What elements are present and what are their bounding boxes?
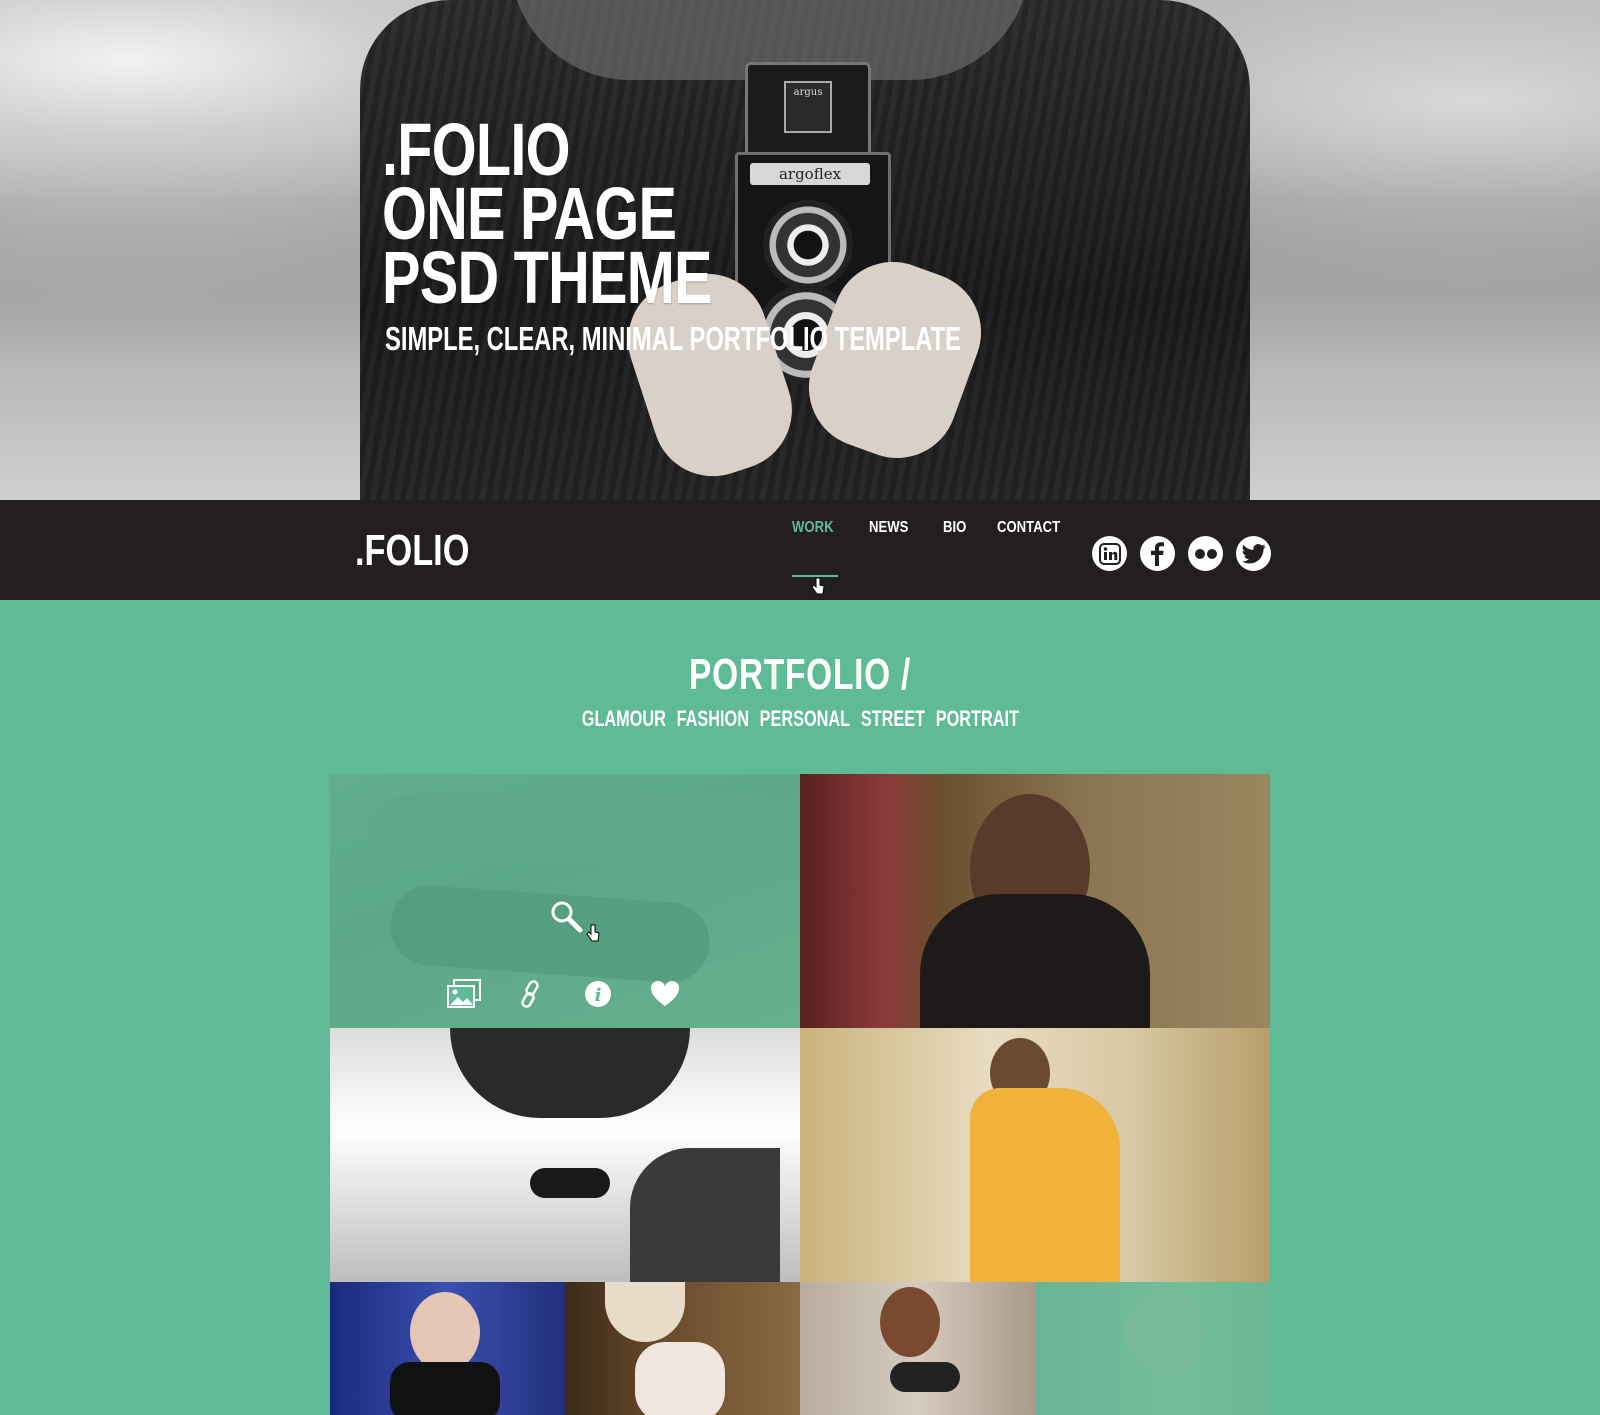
gallery-icon[interactable] <box>446 976 482 1012</box>
filter-street[interactable]: STREET <box>860 706 924 732</box>
portfolio-item-7[interactable] <box>800 1282 1035 1415</box>
filter-portrait[interactable]: PORTRAIT <box>935 706 1018 732</box>
camera-badge: argus <box>784 81 832 133</box>
nav-link-contact[interactable]: CONTACT <box>997 500 1060 600</box>
portfolio-item-5[interactable] <box>330 1282 565 1415</box>
portfolio-grid: i <box>330 774 1270 1415</box>
portfolio-filters: GLAMOUR FASHION PERSONAL STREET PORTRAIT <box>0 706 1600 732</box>
heart-icon[interactable] <box>647 976 683 1012</box>
hero-banner: argus argoflex .FOLIO ONE PAGE PSD THEME… <box>0 0 1600 500</box>
main-navbar: .FOLIO WORK NEWS BIO CONTACT <box>0 500 1600 600</box>
portfolio-item-6[interactable] <box>565 1282 800 1415</box>
nav-link-bio[interactable]: BIO <box>943 500 966 600</box>
tile-tint-overlay <box>1035 1282 1270 1415</box>
social-links <box>1092 536 1284 571</box>
hero-subtitle: SIMPLE, CLEAR, MINIMAL PORTFOLIO TEMPLAT… <box>385 320 961 357</box>
zoom-icon[interactable] <box>546 896 586 936</box>
portfolio-item-2[interactable] <box>800 774 1270 1028</box>
hero-title-line-3: PSD THEME <box>382 236 713 319</box>
hero-title: .FOLIO ONE PAGE PSD THEME <box>382 113 713 319</box>
svg-text:i: i <box>595 985 602 1006</box>
portfolio-title: PORTFOLIO / <box>688 650 911 699</box>
portfolio-item-3[interactable] <box>330 1028 800 1282</box>
nav-links: WORK NEWS BIO CONTACT <box>792 500 1100 600</box>
twitter-icon[interactable] <box>1236 536 1271 571</box>
filter-glamour[interactable]: GLAMOUR <box>581 706 665 732</box>
portfolio-item-4[interactable] <box>800 1028 1270 1282</box>
site-logo[interactable]: .FOLIO <box>355 526 469 576</box>
filter-personal[interactable]: PERSONAL <box>759 706 849 732</box>
portfolio-item-8[interactable] <box>1035 1282 1270 1415</box>
info-icon[interactable]: i <box>580 976 616 1012</box>
filter-fashion[interactable]: FASHION <box>676 706 748 732</box>
flickr-icon[interactable] <box>1188 536 1223 571</box>
camera-nameplate: argoflex <box>750 163 870 185</box>
nav-link-news[interactable]: NEWS <box>869 500 908 600</box>
portfolio-item-1[interactable]: i <box>330 774 800 1028</box>
facebook-icon[interactable] <box>1140 536 1175 571</box>
link-icon[interactable] <box>513 976 549 1012</box>
linkedin-icon[interactable] <box>1092 536 1127 571</box>
